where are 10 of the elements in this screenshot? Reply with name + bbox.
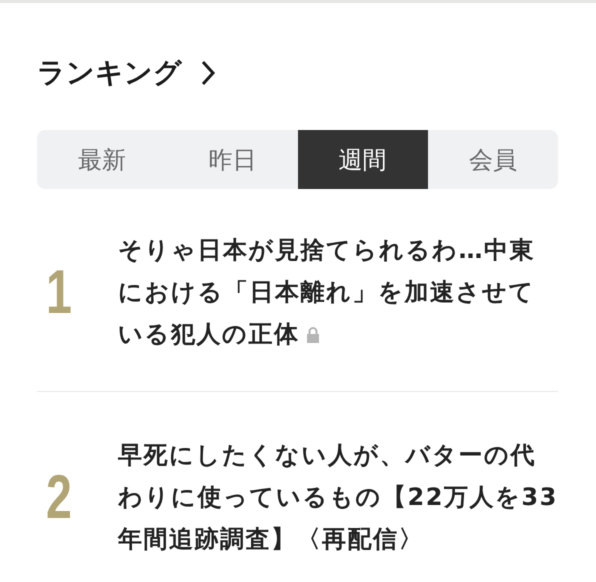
- ranking-link[interactable]: ランキング: [37, 53, 558, 93]
- tab[interactable]: 最新: [37, 130, 168, 189]
- chevron-right-icon: [200, 60, 216, 86]
- tab[interactable]: 昨日: [167, 130, 298, 189]
- rank-number: 2: [45, 462, 73, 532]
- article-link[interactable]: 早死にしたくない人が、バターの代わりに使っているもの【22万人を33年間追跡調査】〈再配信〉: [118, 434, 558, 560]
- tab[interactable]: 週間: [298, 130, 428, 189]
- tab[interactable]: 会員: [428, 130, 558, 189]
- rank-number: 1: [45, 256, 73, 328]
- article-link[interactable]: そりゃ日本が見捨てられるわ…中東における「日本離れ」を加速させている犯人の正体: [118, 229, 558, 355]
